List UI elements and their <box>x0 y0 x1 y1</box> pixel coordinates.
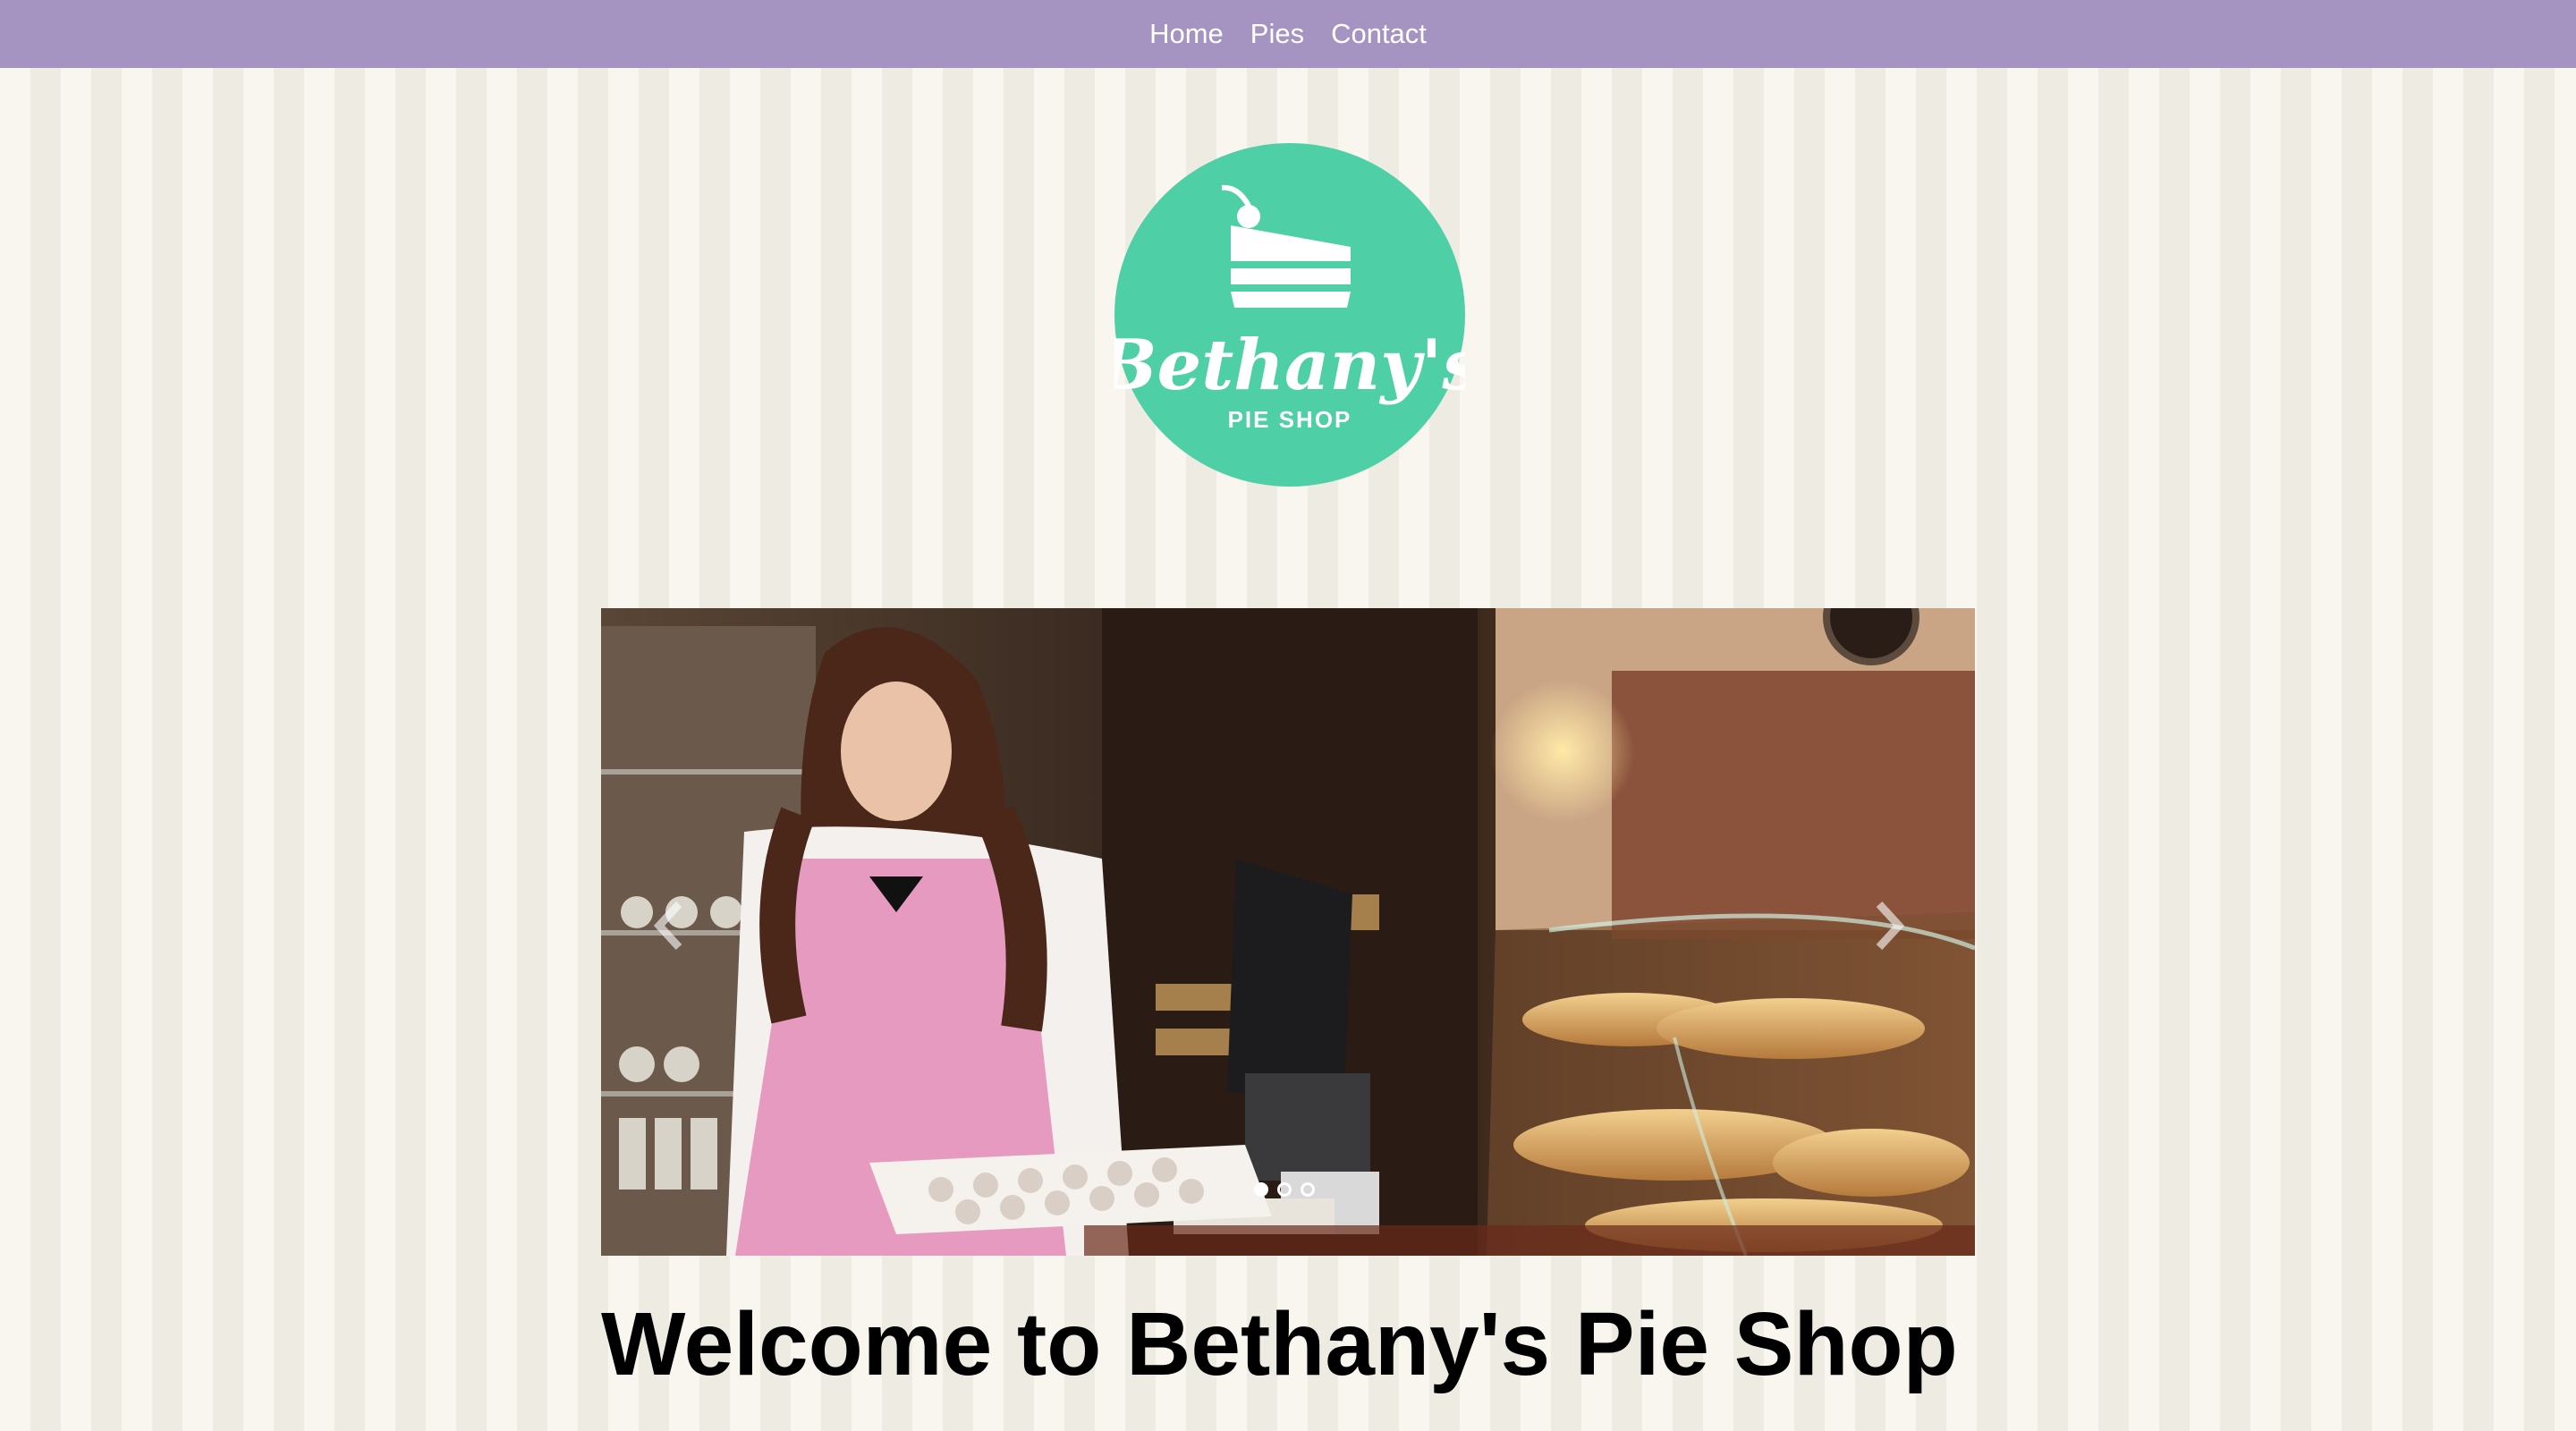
nav-link-contact[interactable]: Contact <box>1331 18 1427 50</box>
nav-link-pies[interactable]: Pies <box>1250 18 1304 50</box>
bakery-photo <box>601 608 1975 1256</box>
top-navbar: Home Pies Contact <box>0 0 2576 68</box>
carousel-indicator-1[interactable] <box>1254 1182 1268 1197</box>
shop-logo[interactable]: Bethany's PIE SHOP <box>1097 143 1481 487</box>
hero-carousel[interactable] <box>601 608 1975 1256</box>
chevron-left-icon <box>653 901 682 951</box>
logo-subtitle: PIE SHOP <box>1228 406 1352 433</box>
logo-title: Bethany's <box>1114 325 1465 406</box>
carousel-indicator-3[interactable] <box>1301 1182 1315 1197</box>
carousel-indicators <box>1254 1182 1315 1197</box>
carousel-next-button[interactable] <box>1859 894 1921 957</box>
logo-badge: Bethany's PIE SHOP <box>1097 143 1481 487</box>
page-title: Welcome to Bethany's Pie Shop <box>601 1294 1958 1394</box>
chevron-right-icon <box>1876 901 1905 951</box>
carousel-prev-button[interactable] <box>637 894 699 957</box>
carousel-indicator-2[interactable] <box>1277 1182 1292 1197</box>
nav-link-home[interactable]: Home <box>1149 18 1224 50</box>
